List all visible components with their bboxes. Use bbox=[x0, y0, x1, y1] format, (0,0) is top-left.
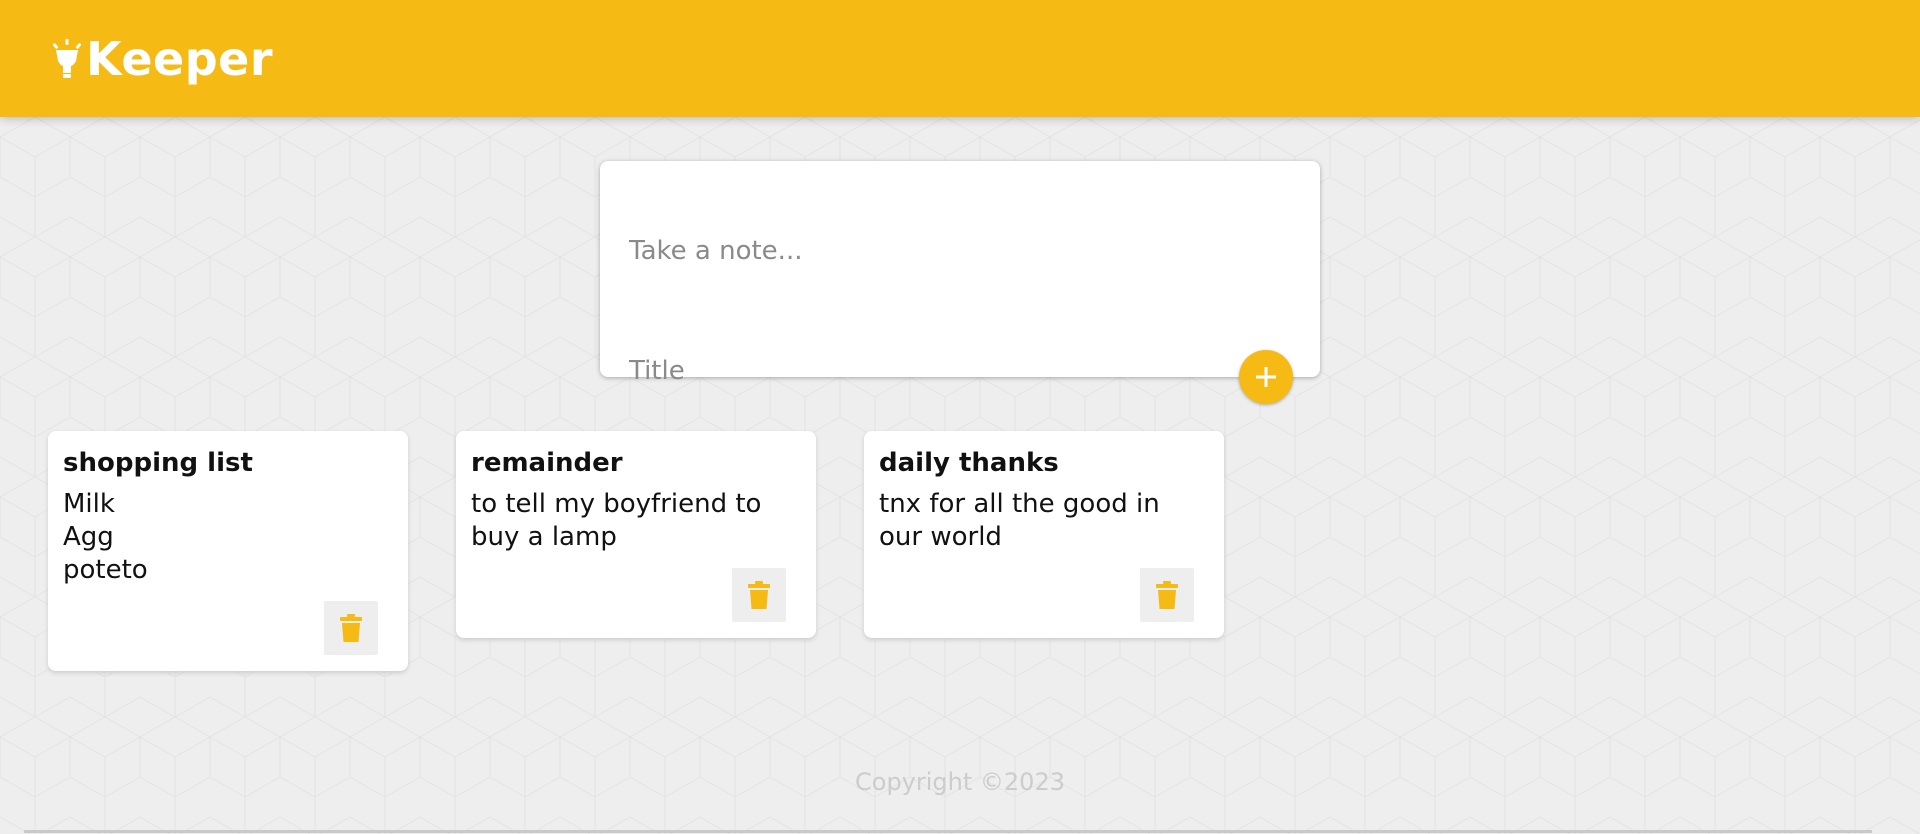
delete-note-button[interactable] bbox=[732, 568, 786, 622]
note-content: tnx for all the good in our world bbox=[879, 489, 1160, 552]
bottom-divider bbox=[24, 830, 1872, 833]
app-header: Keeper bbox=[0, 0, 1920, 117]
delete-note-button[interactable] bbox=[1140, 568, 1194, 622]
copyright-text: Copyright ©2023 bbox=[855, 768, 1065, 796]
note-title-input[interactable] bbox=[629, 351, 1289, 391]
app-title: Keeper bbox=[86, 32, 274, 86]
lightbulb-icon bbox=[52, 39, 82, 78]
note-card: shopping list Milk Agg poteto bbox=[48, 431, 408, 671]
add-note-button[interactable] bbox=[1239, 350, 1293, 404]
create-note-form bbox=[600, 161, 1320, 391]
trash-icon bbox=[748, 581, 770, 609]
note-content-input[interactable] bbox=[629, 236, 1289, 346]
app-logo[interactable]: Keeper bbox=[50, 36, 273, 82]
note-content: Milk Agg poteto bbox=[63, 489, 148, 585]
delete-note-button[interactable] bbox=[324, 601, 378, 655]
note-title: remainder bbox=[471, 448, 623, 478]
plus-icon bbox=[1256, 367, 1276, 387]
note-card: remainder to tell my boyfriend to buy a … bbox=[456, 431, 816, 638]
note-title: shopping list bbox=[63, 448, 253, 478]
note-content: to tell my boyfriend to buy a lamp bbox=[471, 489, 762, 552]
page-footer: Copyright ©2023 bbox=[0, 768, 1920, 796]
trash-icon bbox=[340, 614, 362, 642]
note-card: daily thanks tnx for all the good in our… bbox=[864, 431, 1224, 638]
trash-icon bbox=[1156, 581, 1178, 609]
note-title: daily thanks bbox=[879, 448, 1059, 478]
